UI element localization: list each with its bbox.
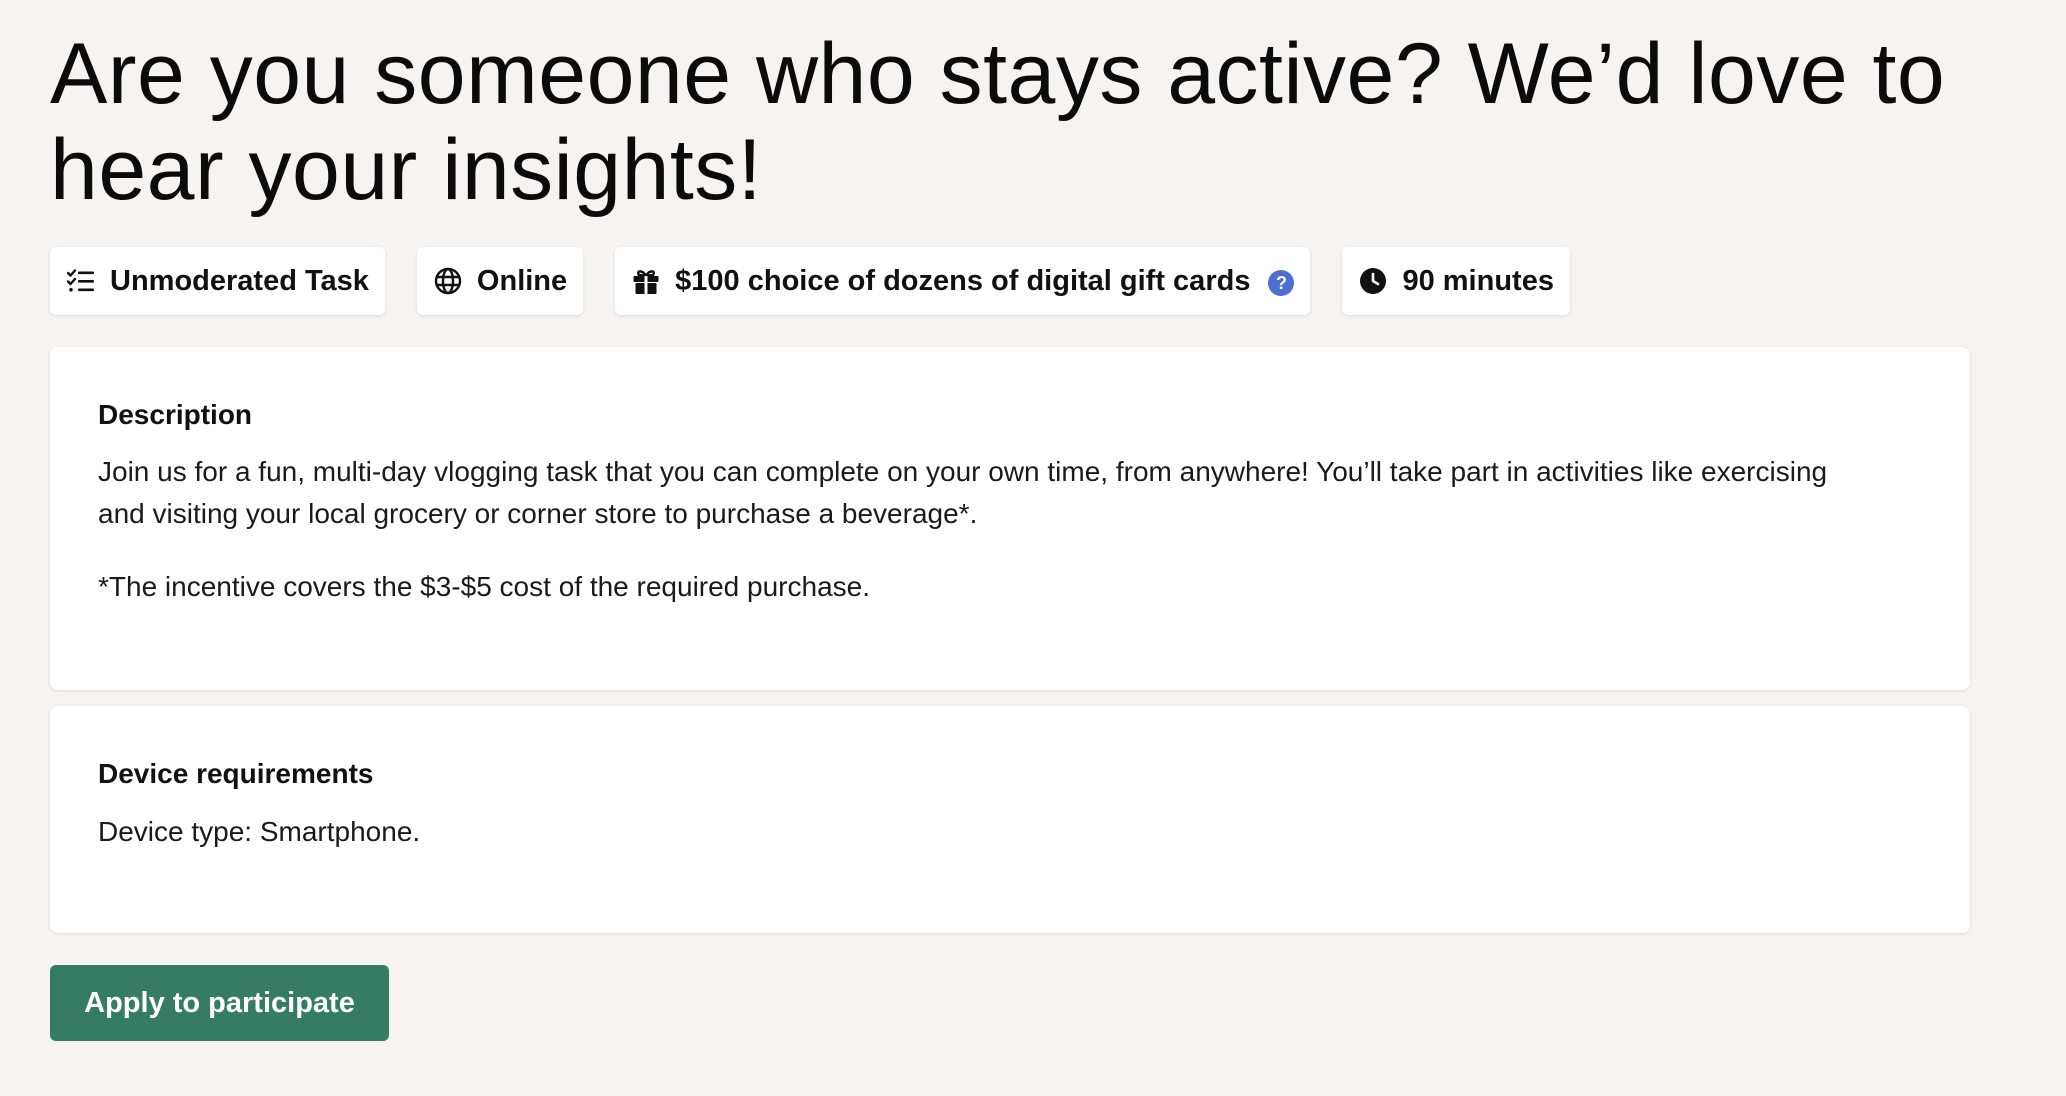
incentive-label: $100 choice of dozens of digital gift ca… [675, 264, 1251, 297]
location-chip: Online [416, 247, 584, 315]
incentive-note: *The incentive covers the $3-$5 cost of … [98, 571, 870, 602]
study-page: Are you someone who stays active? We’d l… [50, 0, 1970, 1041]
duration-chip: 90 minutes [1342, 247, 1570, 315]
study-attributes: Unmoderated Task Online $100 choice of d… [50, 247, 1570, 315]
device-type-text: Device type: Smartphone. [98, 816, 421, 847]
task-list-icon [66, 266, 96, 296]
incentive-chip: $100 choice of dozens of digital gift ca… [615, 247, 1311, 315]
help-icon[interactable]: ? [1268, 270, 1295, 296]
description-heading: Description [98, 399, 253, 430]
duration-label: 90 minutes [1402, 264, 1554, 297]
apply-button[interactable]: Apply to participate [50, 965, 389, 1041]
task-type-chip: Unmoderated Task [50, 247, 385, 315]
gift-icon [631, 266, 661, 296]
clock-icon [1358, 266, 1388, 296]
page-title: Are you someone who stays active? We’d l… [50, 26, 1946, 218]
description-text: Join us for a fun, multi-day vlogging ta… [98, 456, 1828, 529]
device-requirements-heading: Device requirements [98, 758, 374, 789]
globe-icon [433, 266, 463, 296]
description-card: Description Join us for a fun, multi-day… [50, 347, 1970, 690]
device-requirements-card: Device requirements Device type: Smartph… [50, 706, 1970, 933]
location-label: Online [476, 264, 568, 297]
task-type-label: Unmoderated Task [110, 264, 369, 297]
